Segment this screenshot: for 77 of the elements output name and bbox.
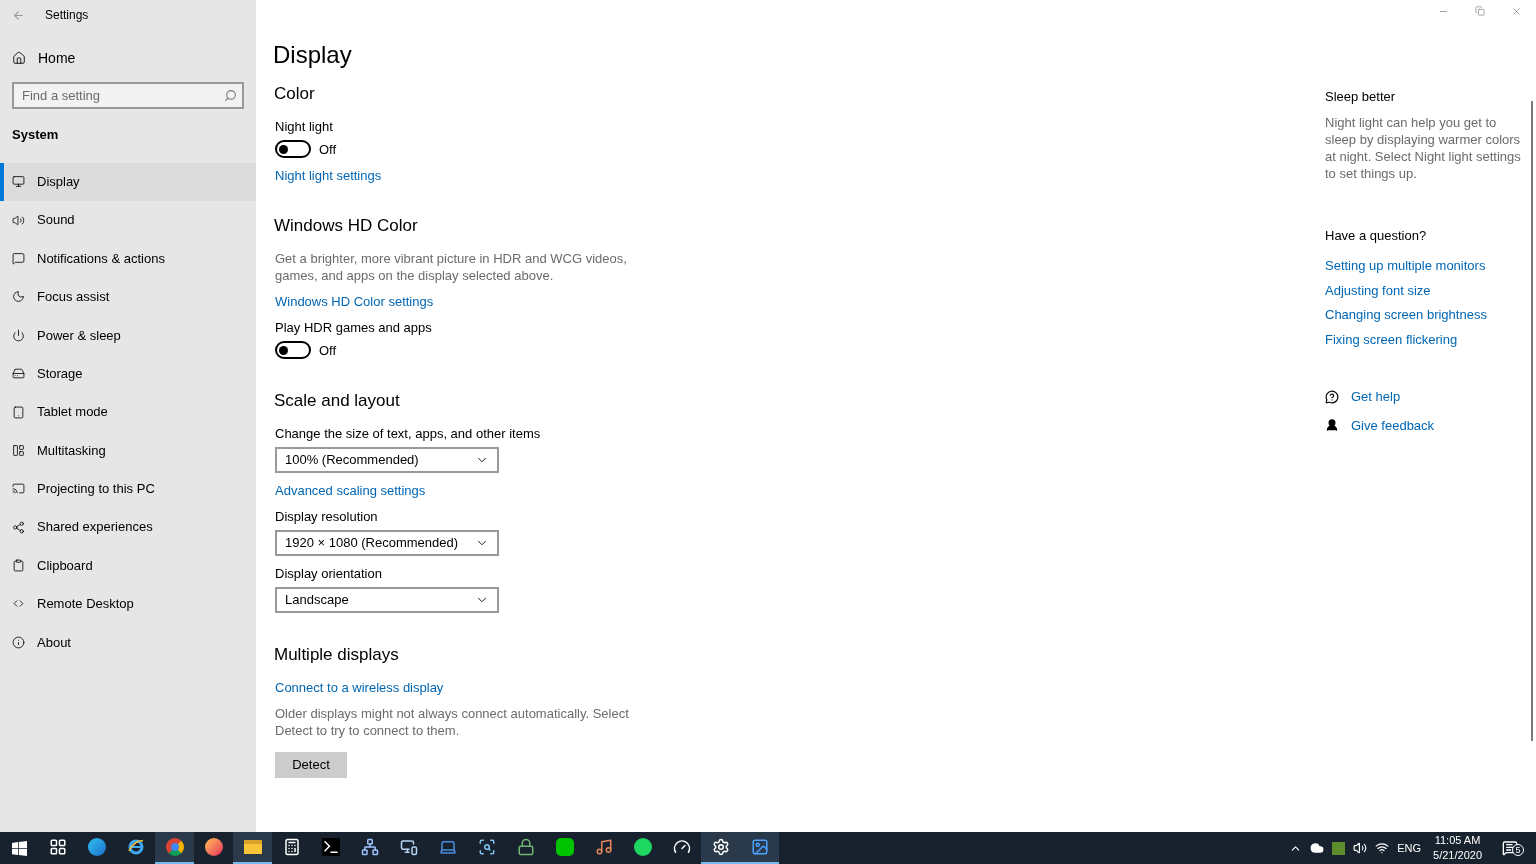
speaker-icon — [12, 213, 25, 227]
dropdown[interactable]: Landscape — [275, 587, 499, 613]
settings-link[interactable]: Connect to a wireless display — [275, 679, 444, 696]
get-help-link[interactable]: Get help — [1351, 387, 1401, 407]
help-link[interactable]: Adjusting font size — [1325, 280, 1525, 300]
detect-button[interactable]: Detect — [275, 752, 347, 778]
sidebar-item[interactable]: Display — [0, 162, 256, 201]
message-icon — [12, 251, 25, 265]
projector-icon — [12, 482, 25, 496]
share-icon — [12, 520, 25, 534]
language-indicator[interactable]: ENG — [1397, 839, 1422, 857]
search-field[interactable]: Find a setting — [12, 82, 244, 109]
section-heading: Scale and layout — [274, 390, 401, 412]
sidebar-item[interactable]: Multitasking — [0, 431, 256, 470]
settings-link[interactable]: Night light settings — [275, 167, 382, 184]
close-icon[interactable] — [1511, 6, 1522, 17]
toggle-switch[interactable] — [275, 140, 311, 158]
explorer-taskbar-icon[interactable] — [233, 832, 272, 864]
home-item[interactable]: Home — [0, 42, 256, 74]
person-icon — [1325, 418, 1339, 433]
drive-icon — [12, 367, 25, 381]
section-heading: Multiple displays — [274, 644, 400, 666]
dropdown-label: Display orientation — [275, 565, 383, 582]
clipboard-icon — [12, 559, 25, 573]
scrollbar[interactable] — [1531, 101, 1533, 741]
monitor-icon — [12, 175, 25, 189]
moon-icon — [12, 290, 25, 304]
info-icon — [12, 635, 25, 649]
tray-app-icon[interactable] — [1332, 841, 1346, 855]
dropdown[interactable]: 100% (Recommended) — [275, 447, 499, 473]
section-heading: Windows HD Color — [274, 215, 419, 237]
dropdown[interactable]: 1920 × 1080 (Recommended) — [275, 530, 499, 556]
dropdown-label: Display resolution — [275, 508, 379, 525]
sidebar-item[interactable]: About — [0, 623, 256, 662]
feedback-link[interactable]: Give feedback — [1351, 415, 1435, 435]
sidebar-item[interactable]: Projecting to this PC — [0, 469, 256, 508]
search-icon — [224, 89, 237, 102]
wifi-icon[interactable] — [1375, 841, 1390, 855]
settings-link[interactable]: Windows HD Color settings — [275, 293, 434, 310]
clock[interactable]: 11:05 AM 5/21/2020 — [1429, 833, 1486, 863]
tablet-icon — [12, 405, 25, 419]
settings-taskbar-icon[interactable] — [701, 832, 740, 864]
power-icon — [12, 328, 25, 342]
sidebar-item[interactable]: Clipboard — [0, 546, 256, 585]
description-text: Get a brighter, more vibrant picture in HDR and WCG videos, games, and apps on the display selected above. — [275, 250, 628, 284]
cloud-icon[interactable] — [1310, 841, 1325, 855]
sidebar-item[interactable]: Remote Desktop — [0, 584, 256, 624]
tip-text: Night light can help you get to sleep by displaying warmer colors at night. Select Night light settings to set things up. — [1325, 113, 1522, 182]
help-link[interactable]: Changing screen brightness — [1325, 305, 1525, 325]
chat-question-icon — [1325, 389, 1339, 404]
sidebar-item[interactable]: Shared experiences — [0, 508, 256, 547]
toggle-label: Night light — [275, 118, 334, 135]
section-heading: Color — [274, 83, 316, 105]
sidebar-item[interactable]: Sound — [0, 200, 256, 240]
sidebar-item[interactable]: Notifications & actions — [0, 239, 256, 278]
toggle-state: Off — [319, 341, 337, 359]
settings-link[interactable]: Advanced scaling settings — [275, 482, 426, 499]
tip-title: Sleep better — [1325, 88, 1397, 106]
sidebar-item[interactable]: Focus assist — [0, 277, 256, 317]
photos-taskbar-icon[interactable] — [740, 832, 779, 864]
sidebar-item[interactable]: Power & sleep — [0, 316, 256, 355]
description-text: Older displays might not always connect automatically. Select Detect to try to connect to them. — [275, 705, 630, 739]
help-link[interactable]: Fixing screen flickering — [1325, 329, 1525, 349]
section-heading: System — [11, 126, 60, 144]
sidebar-item[interactable]: Storage — [0, 354, 256, 393]
sidebar-item[interactable]: Tablet mode — [0, 392, 256, 432]
dropdown-label: Change the size of text, apps, and other items — [275, 425, 542, 442]
windows-layout-icon — [12, 443, 25, 457]
toggle-state: Off — [319, 140, 337, 158]
help-link[interactable]: Setting up multiple monitors — [1325, 256, 1525, 276]
toggle-label: Play HDR games and apps — [275, 319, 433, 336]
toggle-switch[interactable] — [275, 341, 311, 359]
home-icon — [12, 51, 26, 65]
question-title: Have a question? — [1325, 226, 1428, 245]
speaker-icon[interactable] — [1353, 841, 1368, 855]
window-title: Settings — [45, 7, 89, 24]
page-title: Display — [273, 40, 353, 70]
